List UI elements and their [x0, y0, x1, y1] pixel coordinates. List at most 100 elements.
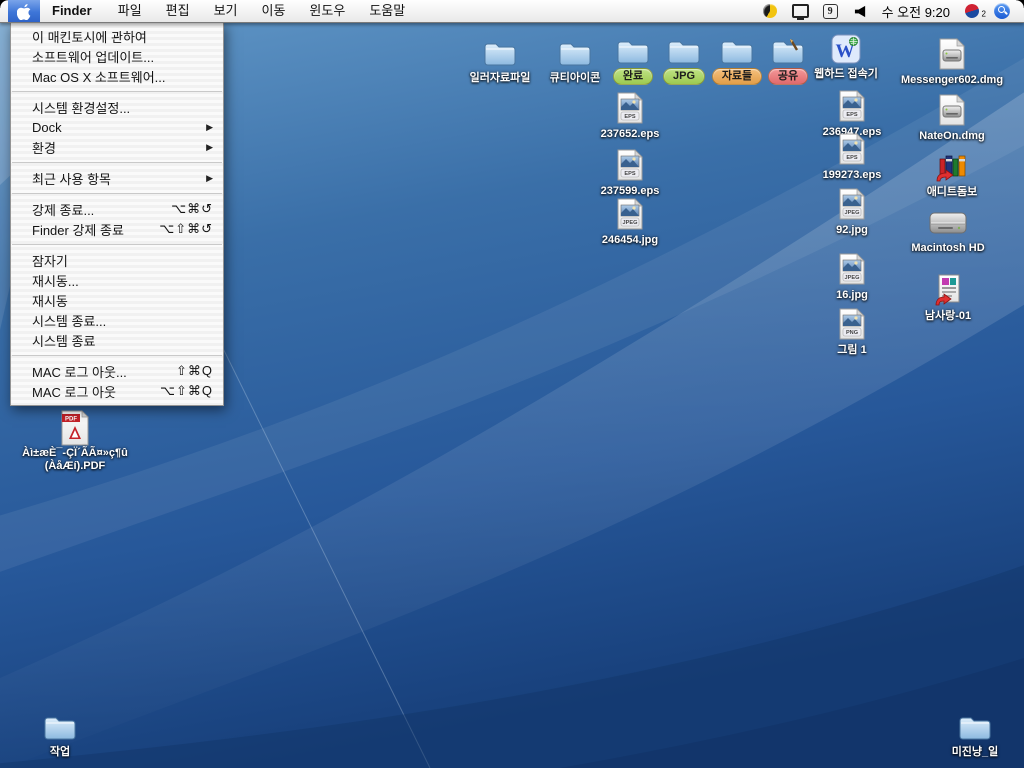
menubar-menu-도움말[interactable]: 도움말 [357, 0, 417, 22]
folder-icon [958, 714, 992, 742]
image-document-icon: JPEG [839, 253, 865, 285]
menu-item-label: 시스템 종료 [32, 331, 95, 350]
desktop-icon-NateOn.dmg[interactable]: NateOn.dmg [897, 92, 1007, 144]
apple-menu-item[interactable]: 재시동... [11, 270, 223, 290]
menu-item-shortcut: ⇧⌘Q [176, 363, 213, 379]
displays-icon[interactable] [792, 3, 809, 20]
menu-item-label: 재시동... [32, 271, 79, 290]
apple-menu-item[interactable]: 시스템 종료 [11, 330, 223, 350]
icon-glyph: JPEG [575, 196, 685, 230]
desktop-icon-Macintosh HD[interactable]: Macintosh HD [893, 204, 1003, 256]
apple-menu-item[interactable]: Finder 강제 종료⌥⇧⌘↺ [11, 219, 223, 239]
svg-text:EPS: EPS [624, 114, 635, 120]
svg-text:PNG: PNG [846, 330, 858, 336]
menu-separator [12, 91, 222, 92]
menubar-menu-이동[interactable]: 이동 [250, 0, 298, 22]
svg-text:JPEG: JPEG [845, 275, 860, 281]
menu-item-label: 시스템 환경설정... [32, 98, 130, 117]
icon-label: 199273.eps [823, 169, 882, 182]
svg-text:EPS: EPS [846, 155, 857, 161]
spotlight-icon[interactable] [993, 3, 1010, 20]
apple-icon [17, 3, 31, 20]
apple-menu-item[interactable]: 강제 종료...⌥⌘↺ [11, 199, 223, 219]
menubar-menu-파일[interactable]: 파일 [106, 0, 154, 22]
apple-menu-item[interactable]: 재시동 [11, 290, 223, 310]
image-document-icon: PNG [839, 308, 865, 340]
menu-item-label: 재시동 [32, 291, 68, 310]
svg-text:EPS: EPS [624, 171, 635, 177]
icon-glyph: W [791, 30, 901, 64]
menu-item-label: 최근 사용 항목 [32, 169, 111, 188]
apple-menu: 이 매킨토시에 관하여소프트웨어 업데이트...Mac OS X 소프트웨어..… [10, 22, 224, 406]
desktop-icon-92.jpg[interactable]: JPEG 92.jpg [797, 186, 907, 238]
apple-menu-item[interactable]: MAC 로그 아웃⌥⇧⌘Q [11, 381, 223, 401]
alias-document-icon [934, 274, 962, 306]
menubar-menu-윈도우[interactable]: 윈도우 [297, 0, 357, 22]
disk-image-icon [939, 38, 965, 70]
apple-menu-item[interactable]: 최근 사용 항목 ▶ [11, 168, 223, 188]
icon-label: 남사랑-01 [925, 310, 971, 323]
submenu-arrow-icon: ▶ [206, 173, 213, 184]
classic-9-icon[interactable]: 9 [822, 3, 839, 20]
icon-glyph: JPEG [797, 251, 907, 285]
menu-item-label: 환경 [32, 138, 56, 157]
menubar-menu-편집[interactable]: 편집 [154, 0, 202, 22]
svg-text:EPS: EPS [846, 112, 857, 118]
desktop-icon-웹하드 접속기[interactable]: W 웹하드 접속기 [791, 30, 901, 82]
desktop-icon-199273.eps[interactable]: EPS 199273.eps [797, 131, 907, 183]
apple-menu-item[interactable]: 시스템 종료... [11, 310, 223, 330]
menubar-menu-Finder[interactable]: Finder [40, 0, 106, 22]
volume-icon[interactable] [852, 3, 869, 20]
desktop-icon-237599.eps[interactable]: EPS 237599.eps [575, 147, 685, 199]
hard-disk-icon [928, 208, 968, 238]
norton-icon[interactable] [762, 3, 779, 20]
svg-text:JPEG: JPEG [845, 210, 860, 216]
menubar-clock[interactable]: 수 오전 9:20 [882, 2, 950, 21]
apple-menu-item[interactable]: Mac OS X 소프트웨어... [11, 66, 223, 86]
apple-menu-item[interactable]: 환경▶ [11, 137, 223, 157]
desktop-icon-작업[interactable]: 작업 [5, 708, 115, 760]
desktop-icon-애디트돔보[interactable]: 애디트돔보 [897, 148, 1007, 200]
icon-glyph: JPEG [797, 186, 907, 220]
desktop-icon-미진냥_일[interactable]: 미진냥_일 [920, 708, 1024, 760]
menu-item-shortcut: ⌥⇧⌘Q [160, 383, 213, 399]
icon-glyph [893, 204, 1003, 238]
desktop-icon-남사랑-01[interactable]: 남사랑-01 [893, 272, 1003, 324]
icon-label: Àì±æÈ¯-ÇÏ´ÃÃ¤»ç¶û (ÀåÆí).PDF [9, 447, 141, 473]
desktop-icon-Àì±æÈ¯-ÇÏ´ÃÃ¤»ç¶û (ÀåÆí).PDF[interactable]: PDF Àì±æÈ¯-ÇÏ´ÃÃ¤»ç¶û (ÀåÆí).PDF [9, 412, 141, 474]
input-korean-icon[interactable]: 2 [963, 3, 980, 20]
submenu-arrow-icon: ▶ [206, 122, 213, 133]
apple-menu-item[interactable]: 소프트웨어 업데이트... [11, 46, 223, 66]
menu-item-label: 소프트웨어 업데이트... [32, 47, 154, 66]
desktop-icon-16.jpg[interactable]: JPEG 16.jpg [797, 251, 907, 303]
svg-text:PDF: PDF [65, 417, 77, 423]
svg-text:JPEG: JPEG [623, 220, 638, 226]
icon-glyph: EPS [575, 147, 685, 181]
icon-glyph [897, 148, 1007, 182]
icon-glyph [5, 708, 115, 742]
apple-menu-item[interactable]: Dock▶ [11, 117, 223, 137]
apple-menu-item[interactable]: MAC 로그 아웃...⇧⌘Q [11, 361, 223, 381]
apple-menu-item[interactable]: 잠자기 [11, 250, 223, 270]
folder-icon [483, 40, 517, 68]
icon-label: 그림 1 [837, 344, 866, 357]
menubar: Finder파일편집보기이동윈도우도움말 9 수 오전 9:20 2 [0, 0, 1024, 23]
menubar-menus: Finder파일편집보기이동윈도우도움말 [40, 0, 417, 22]
image-document-icon: EPS [617, 92, 643, 124]
desktop-icon-237652.eps[interactable]: EPS 237652.eps [575, 90, 685, 142]
pdf-document-icon: PDF [60, 410, 90, 446]
icon-glyph [897, 92, 1007, 126]
menubar-menu-보기[interactable]: 보기 [202, 0, 250, 22]
webhard-app-icon: W [831, 34, 861, 64]
menu-separator [12, 193, 222, 194]
desktop-icon-246454.jpg[interactable]: JPEG 246454.jpg [575, 196, 685, 248]
apple-menu-item[interactable]: 시스템 환경설정... [11, 97, 223, 117]
desktop-icon-Messenger602.dmg[interactable]: Messenger602.dmg [897, 36, 1007, 88]
menu-item-label: 시스템 종료... [32, 311, 106, 330]
apple-menu-button[interactable] [8, 0, 40, 22]
icon-label: 16.jpg [836, 289, 868, 302]
icon-label: 미진냥_일 [952, 746, 999, 759]
books-icon [935, 150, 969, 182]
desktop-icon-그림 1[interactable]: PNG 그림 1 [797, 306, 907, 358]
apple-menu-item[interactable]: 이 매킨토시에 관하여 [11, 26, 223, 46]
